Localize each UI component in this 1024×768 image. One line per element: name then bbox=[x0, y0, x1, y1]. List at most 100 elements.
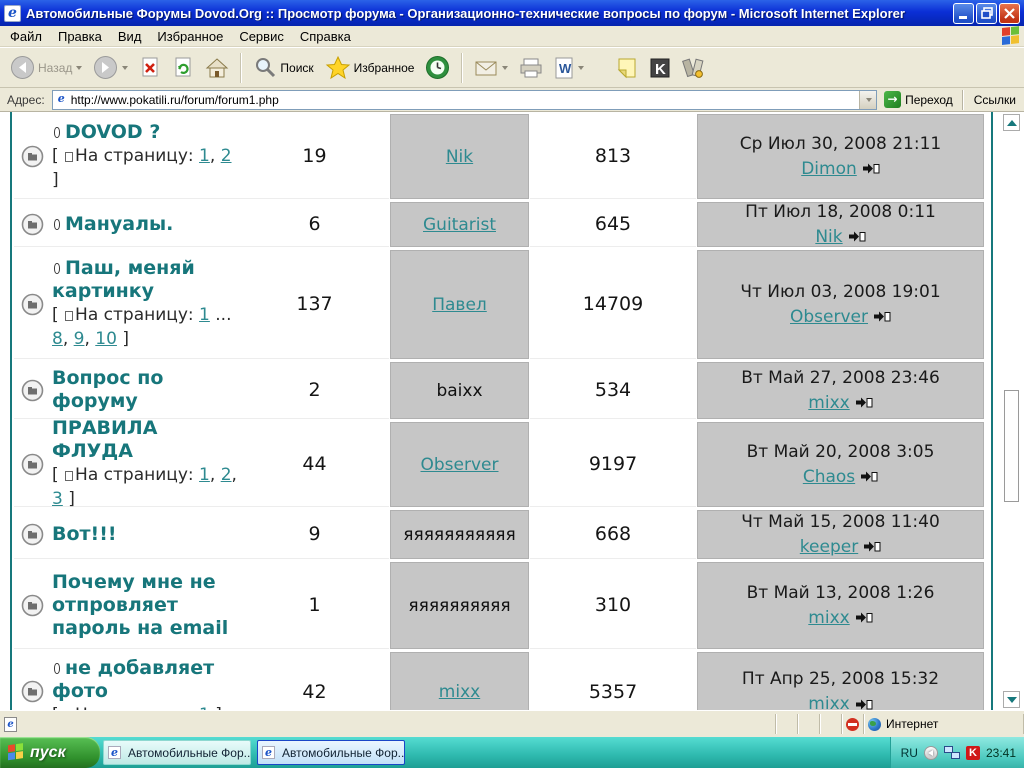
last-post-user-link[interactable]: mixx bbox=[808, 606, 849, 631]
hide-icons-button[interactable] bbox=[924, 746, 938, 760]
topic-title-link[interactable]: DOVOD ? bbox=[65, 121, 160, 143]
topic-status-cell bbox=[14, 422, 50, 507]
kaspersky-toolbar-button[interactable]: K bbox=[645, 54, 675, 82]
address-dropdown-button[interactable] bbox=[859, 91, 876, 109]
goto-last-post-icon[interactable] bbox=[864, 541, 881, 553]
close-button[interactable] bbox=[999, 3, 1020, 24]
author-link[interactable]: Observer bbox=[421, 455, 499, 475]
notes-button[interactable] bbox=[612, 54, 642, 82]
menu-tools[interactable]: Сервис bbox=[231, 27, 292, 46]
go-arrow-icon: → bbox=[884, 91, 901, 108]
author-link[interactable]: Павел bbox=[432, 295, 487, 315]
last-post-cell: Вт Май 27, 2008 23:46mixx bbox=[697, 362, 984, 419]
page-number-link[interactable]: 1 bbox=[199, 465, 210, 485]
author-link[interactable]: Nik bbox=[446, 147, 473, 167]
page-number-link[interactable]: 1 bbox=[199, 705, 210, 711]
topic-title-link[interactable]: Почему мне не отпровляет пароль на email bbox=[52, 571, 228, 639]
forward-button[interactable] bbox=[89, 52, 132, 83]
menu-help[interactable]: Справка bbox=[292, 27, 359, 46]
replies-cell: 1 bbox=[240, 562, 389, 649]
privacy-report-icon[interactable] bbox=[846, 718, 859, 731]
topic-title-link[interactable]: Вопрос по форуму bbox=[52, 367, 163, 412]
menu-edit[interactable]: Правка bbox=[50, 27, 110, 46]
topic-title-link[interactable]: не добавляет фото bbox=[52, 657, 214, 702]
topic-title-cell: Вопрос по форуму bbox=[50, 362, 240, 419]
note-page-icon bbox=[616, 57, 638, 79]
svg-text:W: W bbox=[559, 61, 572, 76]
last-post-user-link[interactable]: Nik bbox=[815, 225, 842, 250]
author-link[interactable]: Guitarist bbox=[423, 215, 496, 235]
topic-title-cell: не добавляет фото[ На страницу: 1 ] bbox=[50, 652, 240, 710]
menu-bar: Файл Правка Вид Избранное Сервис Справка bbox=[0, 26, 1024, 47]
last-post-cell: Пт Апр 25, 2008 15:32mixx bbox=[697, 652, 984, 710]
goto-last-post-icon[interactable] bbox=[849, 231, 866, 243]
menu-view[interactable]: Вид bbox=[110, 27, 150, 46]
scroll-down-button[interactable] bbox=[1003, 691, 1020, 708]
author-cell: Павел bbox=[390, 250, 529, 359]
author-cell: Observer bbox=[390, 422, 529, 507]
topic-title-link[interactable]: Вот!!! bbox=[52, 523, 117, 545]
goto-last-post-icon[interactable] bbox=[856, 699, 873, 711]
topic-title-link[interactable]: Паш, меняй картинку bbox=[52, 257, 195, 302]
last-post-user-link[interactable]: mixx bbox=[808, 692, 849, 710]
vertical-scrollbar[interactable] bbox=[1002, 112, 1021, 710]
goto-last-post-icon[interactable] bbox=[861, 471, 878, 483]
page-number-link[interactable]: 10 bbox=[95, 329, 117, 349]
print-button[interactable] bbox=[515, 54, 547, 82]
last-post-cell: Чт Май 15, 2008 11:40keeper bbox=[697, 510, 984, 559]
edit-word-button[interactable]: W bbox=[550, 54, 588, 82]
refresh-button[interactable] bbox=[168, 53, 198, 83]
scroll-up-button[interactable] bbox=[1003, 114, 1020, 131]
page-number-link[interactable]: 3 bbox=[52, 489, 63, 509]
go-button[interactable]: → Переход bbox=[877, 89, 960, 111]
last-post-user-link[interactable]: Observer bbox=[790, 305, 868, 330]
page-number-link[interactable]: 2 bbox=[221, 146, 232, 166]
author-cell: Guitarist bbox=[390, 202, 529, 247]
goto-last-post-icon[interactable] bbox=[856, 612, 873, 624]
start-button[interactable]: пуск bbox=[0, 737, 100, 768]
minimize-icon bbox=[958, 8, 969, 19]
stop-button[interactable] bbox=[135, 53, 165, 83]
address-input[interactable]: e http://www.pokatili.ru/forum/forum1.ph… bbox=[52, 90, 877, 110]
menu-file[interactable]: Файл bbox=[2, 27, 50, 46]
topic-folder-icon bbox=[21, 293, 44, 316]
goto-last-post-icon[interactable] bbox=[856, 397, 873, 409]
last-post-user-link[interactable]: mixx bbox=[808, 391, 849, 416]
taskbar-window-2[interactable]: e Автомобильные Фор... bbox=[257, 740, 405, 765]
last-post-user-link[interactable]: Chaos bbox=[803, 465, 855, 490]
topic-title-link[interactable]: ПРАВИЛА ФЛУДА bbox=[52, 417, 157, 462]
links-toolbar[interactable]: Ссылки bbox=[966, 93, 1024, 107]
scrollbar-thumb[interactable] bbox=[1004, 390, 1019, 502]
restore-button[interactable] bbox=[976, 3, 997, 24]
tools-button[interactable] bbox=[678, 54, 710, 82]
status-main-pane: e bbox=[0, 714, 776, 734]
scroll-down-icon bbox=[1007, 697, 1017, 703]
menu-favorites[interactable]: Избранное bbox=[149, 27, 231, 46]
page-number-link[interactable]: 8 bbox=[52, 329, 63, 349]
home-button[interactable] bbox=[201, 53, 233, 83]
page-number-link[interactable]: 9 bbox=[74, 329, 85, 349]
minimize-button[interactable] bbox=[953, 3, 974, 24]
language-indicator[interactable]: RU bbox=[901, 746, 918, 760]
attachment-paperclip-icon bbox=[54, 663, 60, 674]
taskbar-window-1[interactable]: e Автомобильные Фор... bbox=[103, 740, 251, 765]
favorites-button[interactable]: Избранное bbox=[321, 52, 419, 83]
page-number-link[interactable]: 1 bbox=[199, 146, 210, 166]
page-number-link[interactable]: 2 bbox=[221, 465, 232, 485]
mail-button[interactable] bbox=[470, 55, 512, 81]
last-post-user-link[interactable]: Dimon bbox=[801, 157, 857, 182]
topic-title-link[interactable]: Мануалы. bbox=[65, 213, 173, 235]
search-button[interactable]: Поиск bbox=[249, 53, 317, 83]
kaspersky-tray-icon[interactable]: K bbox=[966, 746, 980, 760]
last-post-user-link[interactable]: keeper bbox=[800, 535, 858, 560]
page-number-link[interactable]: 1 bbox=[199, 305, 210, 325]
goto-last-post-icon[interactable] bbox=[874, 311, 891, 323]
author-link[interactable]: mixx bbox=[439, 682, 480, 702]
views-cell: 14709 bbox=[530, 250, 696, 359]
back-button[interactable]: Назад bbox=[6, 52, 86, 83]
network-tray-icon[interactable] bbox=[944, 746, 960, 759]
topic-row: Паш, меняй картинку[ На страницу: 1 ... … bbox=[14, 250, 989, 359]
goto-last-post-icon[interactable] bbox=[863, 163, 880, 175]
window-title: Автомобильные Форумы Dovod.Org :: Просмо… bbox=[26, 6, 953, 21]
history-button[interactable] bbox=[421, 52, 454, 83]
